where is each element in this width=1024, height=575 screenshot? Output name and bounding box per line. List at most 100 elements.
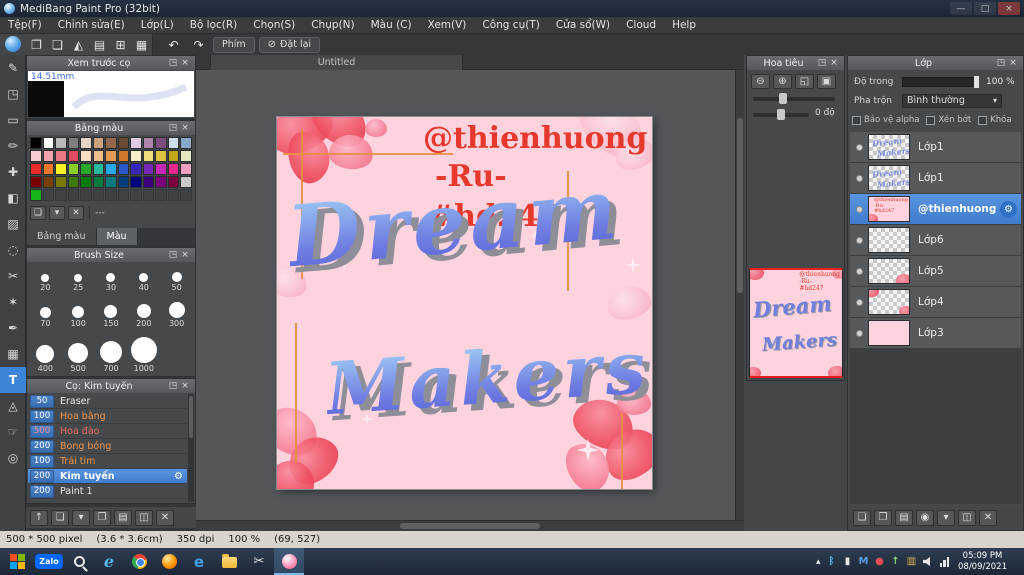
canvas-settings-icon[interactable]: ⊞: [110, 36, 131, 53]
color-swatch[interactable]: [155, 189, 167, 201]
red-dot-tray-icon[interactable]: ●: [874, 556, 886, 567]
brush-size-option[interactable]: 150: [95, 293, 128, 328]
brush-size-option[interactable]: 300: [160, 293, 193, 328]
close-icon[interactable]: ×: [179, 58, 191, 68]
color-swatch[interactable]: [105, 189, 117, 201]
blue-m-tray-icon[interactable]: M: [858, 556, 870, 567]
new-canvas-icon[interactable]: ❐: [26, 36, 47, 53]
document-tab[interactable]: Untitled: [210, 55, 463, 70]
layer-visibility-toggle[interactable]: [856, 298, 863, 306]
brush-tool[interactable]: ✏: [0, 133, 26, 159]
color-swatch[interactable]: [30, 163, 42, 175]
color-swatch[interactable]: [55, 176, 67, 188]
color-swatch[interactable]: [117, 189, 130, 201]
color-swatch[interactable]: [117, 163, 130, 175]
menu-item[interactable]: Chỉnh sửa(E): [50, 17, 133, 33]
opacity-slider-handle[interactable]: [974, 76, 979, 88]
eraser-tool[interactable]: ◳: [0, 81, 26, 107]
color-swatch[interactable]: [180, 137, 192, 149]
brush-size-option[interactable]: 700: [95, 329, 128, 374]
popout-icon[interactable]: ◳: [816, 58, 828, 68]
brush-size-option[interactable]: 500: [62, 329, 95, 374]
color-swatch[interactable]: [105, 150, 117, 162]
horizontal-scrollbar[interactable]: [196, 520, 744, 531]
delete-color-icon[interactable]: ✕: [68, 206, 84, 220]
menu-item[interactable]: Cloud: [618, 17, 664, 33]
layer-visibility-toggle[interactable]: [856, 174, 863, 182]
color-swatch[interactable]: [167, 150, 180, 162]
layer-row[interactable]: Lớp4: [850, 287, 1021, 317]
color-swatch[interactable]: [80, 176, 92, 188]
comment-icon[interactable]: ◭: [68, 36, 89, 53]
start-button[interactable]: [0, 548, 34, 575]
layer-visibility-toggle[interactable]: [856, 329, 863, 337]
duplicate-layer-icon[interactable]: ❐: [874, 509, 892, 526]
color-swatch[interactable]: [92, 137, 105, 149]
copy-brush-icon[interactable]: ◫: [135, 509, 153, 526]
actual-size-icon[interactable]: ▣: [817, 74, 836, 89]
layer-option-checkbox[interactable]: Khóa: [978, 115, 1012, 125]
navigator-preview[interactable]: @thienhuong -Ru- #hd247 Dream Makers: [749, 268, 843, 378]
color-swatch[interactable]: [80, 137, 92, 149]
fill-tool[interactable]: ◧: [0, 185, 26, 211]
vertical-scrollbar[interactable]: [735, 70, 744, 520]
color-swatch[interactable]: [92, 150, 105, 162]
layer-row[interactable]: Lớp5: [850, 256, 1021, 286]
battery-tray-icon[interactable]: ▮: [842, 556, 854, 567]
maximize-button[interactable]: □: [974, 2, 996, 15]
add-brush-icon[interactable]: ❏: [51, 509, 69, 526]
clear-layer-icon[interactable]: ◫: [958, 509, 976, 526]
delete-layer-icon[interactable]: ✕: [979, 509, 997, 526]
color-swatch[interactable]: [117, 150, 130, 162]
select-ellipse-tool[interactable]: ◌: [0, 237, 26, 263]
network-icon[interactable]: [939, 556, 949, 567]
brush-list-scrollbar[interactable]: [188, 394, 194, 502]
chrome-taskbar-icon[interactable]: [124, 548, 154, 575]
key-settings-button[interactable]: Phím: [213, 36, 255, 53]
color-swatch[interactable]: [42, 176, 55, 188]
color-swatch[interactable]: [55, 137, 67, 149]
color-swatch[interactable]: [130, 150, 142, 162]
color-swatch[interactable]: [55, 150, 67, 162]
brush-size-option[interactable]: 20: [29, 264, 62, 293]
color-swatch[interactable]: [167, 189, 180, 201]
select-rect-tool[interactable]: ▭: [0, 107, 26, 133]
brush-item[interactable]: 200 Kim tuyến ⚙: [28, 469, 187, 484]
color-swatch[interactable]: [67, 137, 80, 149]
menu-item[interactable]: Chụp(N): [303, 17, 362, 33]
color-swatch[interactable]: [67, 163, 80, 175]
brush-folder-icon[interactable]: ▤: [114, 509, 132, 526]
brush-item[interactable]: 50 Eraser: [28, 394, 187, 409]
color-swatch[interactable]: [67, 176, 80, 188]
open-file-icon[interactable]: ▤: [89, 36, 110, 53]
redo-button[interactable]: ↷: [188, 36, 209, 53]
color-swatch[interactable]: [130, 163, 142, 175]
transform-tool[interactable]: ▦: [0, 341, 26, 367]
layer-folder-icon[interactable]: ▤: [895, 509, 913, 526]
color-swatch[interactable]: [155, 150, 167, 162]
zoom-slider-handle[interactable]: [779, 93, 787, 104]
popout-icon[interactable]: ◳: [167, 381, 179, 391]
color-swatch[interactable]: [42, 137, 55, 149]
color-swatch[interactable]: [180, 189, 192, 201]
taskbar-clock[interactable]: 05:09 PM 08/09/2021: [958, 551, 1007, 572]
color-swatch[interactable]: [42, 163, 55, 175]
brush-size-option[interactable]: 100: [62, 293, 95, 328]
color-swatch[interactable]: [67, 150, 80, 162]
layer-visibility-toggle[interactable]: [856, 205, 863, 213]
horizontal-scroll-handle[interactable]: [400, 523, 540, 529]
color-swatch[interactable]: [142, 189, 155, 201]
color-swatch[interactable]: [80, 189, 92, 201]
popout-icon[interactable]: ◳: [167, 123, 179, 133]
brush-size-option[interactable]: 400: [29, 329, 62, 374]
palette-tab[interactable]: Bảng màu: [27, 228, 97, 245]
color-swatch[interactable]: [142, 137, 155, 149]
duplicate-brush-icon[interactable]: ❐: [93, 509, 111, 526]
color-swatch[interactable]: [180, 176, 192, 188]
brush-size-option[interactable]: 70: [29, 293, 62, 328]
color-swatch[interactable]: [180, 163, 192, 175]
close-icon[interactable]: ×: [179, 381, 191, 391]
snipping-tool-taskbar-icon[interactable]: ✂: [244, 548, 274, 575]
shape-tool[interactable]: ◬: [0, 393, 26, 419]
undo-button[interactable]: ↶: [163, 36, 184, 53]
